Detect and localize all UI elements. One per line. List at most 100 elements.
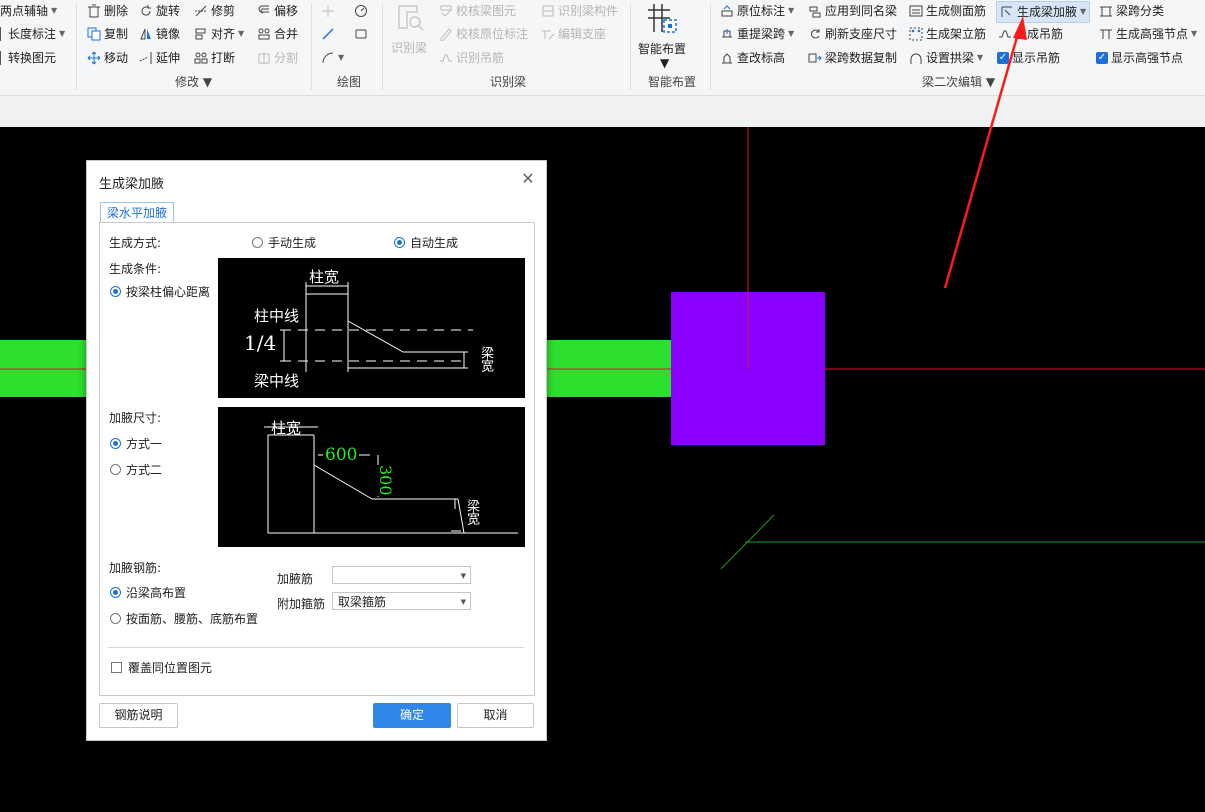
gen-haunch-button[interactable]: 生成梁加腋 ▼ — [996, 1, 1091, 23]
align-button[interactable]: 对齐 ▼ — [194, 24, 244, 44]
mirror-button[interactable]: 镜像 — [139, 24, 180, 44]
extend-button[interactable]: 延伸 — [139, 48, 180, 68]
gen-side-bar-label: 生成侧面筋 — [926, 4, 987, 18]
arch-icon — [910, 53, 922, 64]
override-checkbox[interactable]: 覆盖同位置图元 — [111, 659, 212, 676]
check-original-label-button[interactable]: 校核原位标注 — [439, 24, 528, 44]
haunch-icon — [1001, 6, 1012, 17]
trim-button[interactable]: 修剪 — [194, 1, 235, 21]
group-separator — [710, 4, 711, 90]
edit-support-button[interactable]: 编辑支座 — [541, 24, 606, 44]
delete-label: 删除 — [104, 4, 129, 18]
set-arch-beam-button[interactable]: 设置拱梁 ▼ — [909, 48, 983, 68]
draw-point-button[interactable] — [321, 1, 335, 21]
length-label-button[interactable]: 长度标注 ▼ — [0, 24, 65, 44]
check-beam-drawing-button[interactable]: 校核梁图元 — [439, 1, 516, 21]
identify-beam-member-button[interactable]: 识别梁构件 — [541, 1, 618, 21]
group-separator — [382, 4, 383, 90]
extra-stirrup-label: 附加箍筋 — [277, 597, 326, 611]
split-button[interactable]: 分割 — [257, 48, 298, 68]
hanger-icon — [440, 54, 452, 62]
condition-diagram: 柱宽 柱中线 1/4 梁中线 梁宽 — [218, 258, 525, 398]
close-icon[interactable]: ✕ — [520, 171, 536, 187]
beam-edit-group-label[interactable]: 梁二次编辑 ▼ — [922, 73, 995, 90]
draw-arc-center-button[interactable] — [354, 1, 368, 21]
two-point-axis-button[interactable]: 两点辅轴 ▼ — [0, 1, 57, 21]
break-label: 打断 — [211, 51, 236, 65]
rotate-button[interactable]: 旋转 — [139, 1, 180, 21]
eccentric-distance-radio[interactable]: 按梁柱偏心距离 — [110, 283, 210, 300]
convert-element-label: 转换图元 — [8, 51, 57, 65]
override-label: 覆盖同位置图元 — [128, 661, 213, 675]
original-label-button[interactable]: 原位标注 ▼ — [720, 1, 794, 21]
haunch-bar-select[interactable]: ▼ — [332, 566, 471, 584]
ok-button[interactable]: 确定 — [373, 703, 451, 728]
gen-hanger-button[interactable]: 生成吊筋 — [998, 24, 1063, 44]
chevron-down-icon: ▼ — [460, 598, 466, 606]
identify-hanger-button[interactable]: 识别吊筋 — [439, 48, 504, 68]
circle-arc-icon — [355, 5, 367, 17]
beam-member-icon — [542, 5, 554, 17]
edit-support-icon — [542, 30, 555, 40]
apply-same-name-button[interactable]: 应用到同名梁 — [808, 1, 897, 21]
check-beam-icon — [440, 5, 452, 17]
span-classify-button[interactable]: 梁跨分类 — [1099, 1, 1164, 21]
identify-beam-button[interactable]: 识别梁 — [389, 2, 431, 58]
refresh-support-button[interactable]: 刷新支座尺寸 — [808, 24, 897, 44]
auto-gen-radio[interactable]: 自动生成 — [394, 234, 458, 251]
chevron-down-icon: ▼ — [51, 6, 58, 15]
side-bar-icon — [909, 5, 923, 17]
chevron-down-icon: ▼ — [985, 75, 996, 89]
show-hanger-checkbox[interactable]: ✓ 显示吊筋 — [997, 48, 1060, 68]
cancel-button[interactable]: 取消 — [457, 703, 534, 728]
delete-button[interactable]: 删除 — [87, 1, 128, 21]
along-beam-height-radio[interactable]: 沿梁高布置 — [110, 584, 186, 601]
auto-gen-label: 自动生成 — [410, 236, 459, 250]
smart-group-label: 智能布置 — [648, 75, 697, 89]
convert-element-button[interactable]: 转换图元 — [0, 48, 56, 68]
modify-group-label[interactable]: 修改 ▼ — [175, 73, 212, 90]
quarter-text: 1/4 — [244, 331, 277, 355]
group-separator — [630, 4, 631, 90]
merge-button[interactable]: 合并 — [257, 24, 298, 44]
offset-button[interactable]: 偏移 — [257, 1, 298, 21]
span-data-copy-button[interactable]: 梁跨数据复制 — [808, 48, 897, 68]
check-icon: ✓ — [1096, 52, 1108, 64]
draw-rect-button[interactable] — [354, 24, 368, 44]
extra-stirrup-select[interactable]: 取梁箍筋 ▼ — [332, 592, 471, 610]
by-face-waist-bottom-radio[interactable]: 按面筋、腰筋、底筋布置 — [110, 610, 258, 627]
check-elevation-button[interactable]: 查改标高 — [720, 48, 785, 68]
break-icon — [194, 52, 208, 64]
smart-layout-button[interactable]: 智能布置 ▼ — [636, 2, 690, 70]
identify-hanger-label: 识别吊筋 — [456, 51, 505, 65]
apply-same-icon — [809, 6, 821, 18]
beam-width-text: 梁宽 — [464, 499, 479, 525]
chevron-down-icon: ▼ — [660, 56, 670, 70]
draw-line-button[interactable] — [321, 24, 335, 44]
rebar-help-button[interactable]: 钢筋说明 — [99, 703, 178, 728]
merge-icon — [258, 28, 270, 40]
gen-high-strength-node-button[interactable]: 生成高强节点 ▼ — [1099, 24, 1197, 44]
chevron-down-icon: ▼ — [460, 572, 466, 580]
chevron-down-icon: ▼ — [977, 53, 984, 62]
copy-button[interactable]: 复制 — [87, 24, 128, 44]
beam-width-text: 梁宽 — [478, 346, 493, 372]
span-data-copy-label: 梁跨数据复制 — [825, 51, 898, 65]
move-button[interactable]: 移动 — [87, 48, 128, 68]
gen-side-bar-button[interactable]: 生成侧面筋 — [909, 1, 986, 21]
line-icon — [322, 28, 334, 40]
break-button[interactable]: 打断 — [194, 48, 235, 68]
gen-erect-bar-button[interactable]: 生成架立筋 — [909, 24, 986, 44]
manual-gen-radio[interactable]: 手动生成 — [252, 234, 316, 251]
tab-horizontal-haunch[interactable]: 梁水平加腋 — [100, 202, 175, 223]
draw-arc-button[interactable]: ▼ — [321, 48, 344, 68]
erect-bar-icon — [909, 27, 923, 41]
re-extract-span-label: 重提梁跨 — [737, 27, 786, 41]
show-high-strength-node-checkbox[interactable]: ✓ 显示高强节点 — [1096, 48, 1183, 68]
re-extract-span-button[interactable]: 重提梁跨 ▼ — [720, 24, 794, 44]
size-mode-one-radio[interactable]: 方式一 — [110, 435, 162, 452]
copy-label: 复制 — [104, 27, 129, 41]
size-mode-two-radio[interactable]: 方式二 — [110, 461, 162, 478]
arc-icon — [322, 52, 334, 64]
chevron-down-icon: ▼ — [338, 53, 345, 62]
